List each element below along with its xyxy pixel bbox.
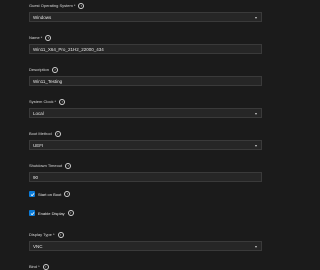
description-field: Description ? Win11_Testing [29,66,262,86]
guest-os-label-row: Guest Operating System * ? [29,2,262,9]
enable-display-label: Enable Display [38,210,65,216]
name-field: Name * ? Win11_X64_Pro_21H2_22000_434 [29,34,262,54]
help-icon[interactable]: ? [59,98,66,105]
guest-os-select[interactable]: Windows [29,12,262,22]
shutdown-timeout-input[interactable]: 90 [29,172,262,182]
description-label: Description [29,67,50,72]
help-icon[interactable]: ? [45,34,52,41]
chevron-down-icon [255,16,257,19]
vm-configuration-form: Guest Operating System * ? Windows Name … [0,0,270,270]
start-on-boot-checkbox[interactable] [29,191,35,197]
system-clock-field: System Clock * ? Local [29,98,262,118]
help-icon[interactable]: ? [64,191,71,197]
name-label-row: Name * ? [29,34,262,41]
chevron-down-icon [255,144,257,147]
help-icon[interactable]: ? [78,2,85,9]
description-label-row: Description ? [29,66,262,73]
boot-method-label: Boot Method [29,131,52,136]
chevron-down-icon [255,245,257,248]
display-type-value: VNC [33,243,43,249]
start-on-boot-label: Start on Boot [38,191,62,197]
shutdown-timeout-label-row: Shutdown Timeout ? [29,162,262,169]
chevron-down-icon [255,112,257,115]
shutdown-timeout-label: Shutdown Timeout [29,163,63,168]
start-on-boot-row[interactable]: Start on Boot ? [29,190,71,198]
bind-field: Bind * ? [29,263,262,270]
boot-method-field: Boot Method ? UEFI [29,130,262,150]
name-input[interactable]: Win11_X64_Pro_21H2_22000_434 [29,44,262,54]
boot-method-label-row: Boot Method ? [29,130,262,137]
name-value: Win11_X64_Pro_21H2_22000_434 [33,46,104,52]
shutdown-timeout-field: Shutdown Timeout ? 90 [29,162,262,182]
guest-os-value: Windows [33,14,52,20]
system-clock-label-row: System Clock * ? [29,98,262,105]
bind-label-row: Bind * ? [29,263,262,270]
help-icon[interactable]: ? [42,263,49,270]
system-clock-select[interactable]: Local [29,108,262,118]
enable-display-row[interactable]: Enable Display ? [29,209,74,217]
help-icon[interactable]: ? [54,130,61,137]
name-label: Name * [29,35,43,40]
system-clock-value: Local [33,110,44,116]
checkmark-icon [30,192,34,196]
checkmark-icon [30,211,34,215]
display-type-field: Display Type * ? VNC [29,231,262,251]
display-type-label: Display Type * [29,232,55,237]
boot-method-value: UEFI [33,142,44,148]
help-icon[interactable]: ? [65,162,72,169]
display-type-select[interactable]: VNC [29,241,262,251]
system-clock-label: System Clock * [29,99,57,104]
display-type-label-row: Display Type * ? [29,231,262,238]
help-icon[interactable]: ? [67,210,74,216]
guest-os-label: Guest Operating System * [29,3,76,8]
boot-method-select[interactable]: UEFI [29,140,262,150]
bind-label: Bind * [29,264,40,269]
description-input[interactable]: Win11_Testing [29,76,262,86]
help-icon[interactable]: ? [52,66,59,73]
enable-display-checkbox[interactable] [29,210,35,216]
guest-os-field: Guest Operating System * ? Windows [29,2,262,22]
shutdown-timeout-value: 90 [33,174,39,180]
help-icon[interactable]: ? [57,231,64,238]
description-value: Win11_Testing [33,78,63,84]
